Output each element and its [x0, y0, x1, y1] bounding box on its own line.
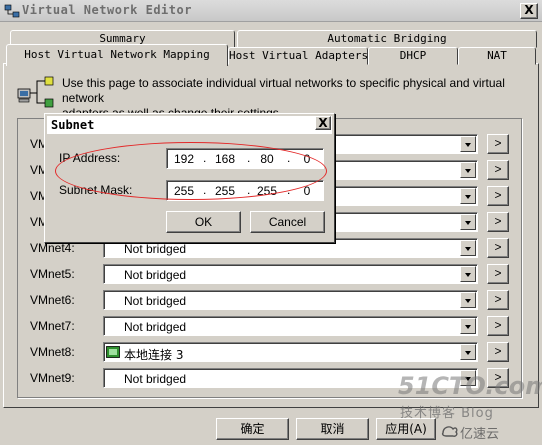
- network-editor-icon: [4, 4, 20, 18]
- chevron-down-icon[interactable]: [460, 344, 476, 360]
- mask-octet-1[interactable]: 255: [170, 184, 198, 198]
- yisu-logo-icon: [441, 426, 458, 437]
- vmnet4-more-button[interactable]: >: [487, 238, 509, 258]
- vmnet8-value: 本地连接 3: [124, 348, 184, 362]
- subnet-dialog-close-button[interactable]: X: [315, 116, 331, 130]
- ip-octet-1[interactable]: 192: [170, 152, 198, 166]
- watermark-51cto: 51CTO.com: [398, 372, 542, 400]
- mask-octet-4[interactable]: 0: [293, 184, 321, 198]
- network-connection-icon: [106, 346, 120, 358]
- vmnet5-select[interactable]: Not bridged: [103, 264, 478, 284]
- chevron-down-icon[interactable]: [460, 188, 476, 204]
- vmnet6-more-button[interactable]: >: [487, 290, 509, 310]
- chevron-down-icon[interactable]: [460, 214, 476, 230]
- vmnet4-value: Not bridged: [124, 242, 187, 256]
- tab-host-virtual-adapters[interactable]: Host Virtual Adapters: [228, 47, 368, 65]
- vmnet5-more-button[interactable]: >: [487, 264, 509, 284]
- tab-automatic-bridging[interactable]: Automatic Bridging: [237, 30, 537, 48]
- chevron-down-icon[interactable]: [460, 162, 476, 178]
- window-close-button[interactable]: X: [520, 3, 538, 19]
- subnet-dialog: Subnet X IP Address: 192 . 168 . 80 . 0 …: [44, 113, 335, 243]
- network-mapping-icon: [17, 76, 54, 108]
- vmnet6-value: Not bridged: [124, 294, 187, 308]
- ip-address-label: IP Address:: [59, 151, 121, 165]
- subnet-dialog-title: Subnet: [51, 118, 95, 132]
- tab-dhcp[interactable]: DHCP: [368, 47, 458, 65]
- vmnet5-value: Not bridged: [124, 268, 187, 282]
- vmnet8-more-button[interactable]: >: [487, 342, 509, 362]
- watermark-blog: 技术博客 Blog: [400, 406, 494, 421]
- vmnet6-select[interactable]: Not bridged: [103, 290, 478, 310]
- window-titlebar: Virtual Network Editor X: [0, 0, 542, 22]
- window-title: Virtual Network Editor: [22, 3, 192, 17]
- chevron-down-icon[interactable]: [460, 292, 476, 308]
- mask-octet-2[interactable]: 255: [211, 184, 239, 198]
- cancel-button[interactable]: 取消: [296, 418, 369, 440]
- subnet-mask-field[interactable]: 255 . 255 . 255 . 0: [166, 180, 324, 201]
- chevron-down-icon[interactable]: [460, 136, 476, 152]
- subnet-mask-label: Subnet Mask:: [59, 183, 133, 197]
- vmnet3-more-button[interactable]: >: [487, 212, 509, 232]
- tab-nat[interactable]: NAT: [458, 47, 536, 65]
- vmnet7-more-button[interactable]: >: [487, 316, 509, 336]
- tab-host-virtual-network-mapping[interactable]: Host Virtual Network Mapping: [6, 44, 228, 66]
- vmnet8-label: VMnet8:: [30, 345, 75, 359]
- subnet-cancel-button[interactable]: Cancel: [250, 211, 325, 233]
- subnet-ok-button[interactable]: OK: [166, 211, 241, 233]
- vmnet7-value: Not bridged: [124, 320, 187, 334]
- vmnet2-more-button[interactable]: >: [487, 186, 509, 206]
- chevron-down-icon[interactable]: [460, 318, 476, 334]
- ip-octet-4[interactable]: 0: [293, 152, 321, 166]
- vmnet8-select[interactable]: 本地连接 3: [103, 342, 478, 362]
- vmnet9-label: VMnet9:: [30, 371, 75, 385]
- chevron-down-icon[interactable]: [460, 240, 476, 256]
- subnet-dialog-titlebar: Subnet: [47, 116, 332, 134]
- vmnet0-more-button[interactable]: >: [487, 134, 509, 154]
- ip-octet-3[interactable]: 80: [253, 152, 281, 166]
- vmnet6-label: VMnet6:: [30, 293, 75, 307]
- ip-octet-2[interactable]: 168: [211, 152, 239, 166]
- apply-button[interactable]: 应用(A): [376, 418, 436, 440]
- ip-address-field[interactable]: 192 . 168 . 80 . 0: [166, 148, 324, 169]
- chevron-down-icon[interactable]: [460, 266, 476, 282]
- mask-octet-3[interactable]: 255: [253, 184, 281, 198]
- vmnet7-label: VMnet7:: [30, 319, 75, 333]
- vmnet5-label: VMnet5:: [30, 267, 75, 281]
- vmnet7-select[interactable]: Not bridged: [103, 316, 478, 336]
- vmnet4-label: VMnet4:: [30, 241, 75, 255]
- vmnet9-value: Not bridged: [124, 372, 187, 386]
- vmnet1-more-button[interactable]: >: [487, 160, 509, 180]
- description-line-1: Use this page to associate individual vi…: [62, 76, 505, 105]
- ok-button[interactable]: 确定: [216, 418, 289, 440]
- watermark-yisuyun: 亿速云: [460, 427, 500, 442]
